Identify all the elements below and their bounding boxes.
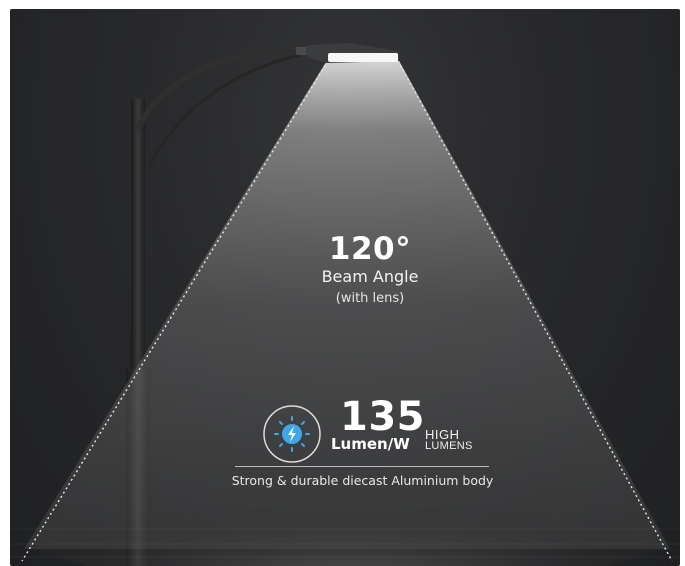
product-image: 120° Beam Angle (with lens) 135 Lumen/W … xyxy=(10,9,680,566)
beam-angle-note: (with lens) xyxy=(335,291,405,306)
divider xyxy=(235,466,489,467)
efficiency-value: 135 xyxy=(340,394,425,440)
high-lumens-badge-bottom: LUMENS xyxy=(425,440,473,452)
beam-angle-label: Beam Angle xyxy=(321,267,419,286)
beam-angle-value: 120° xyxy=(328,231,412,267)
feature-caption: Strong & durable diecast Aluminium body xyxy=(231,473,494,488)
efficiency-unit: Lumen/W xyxy=(331,435,410,453)
lightning-bulb-icon xyxy=(263,405,321,463)
